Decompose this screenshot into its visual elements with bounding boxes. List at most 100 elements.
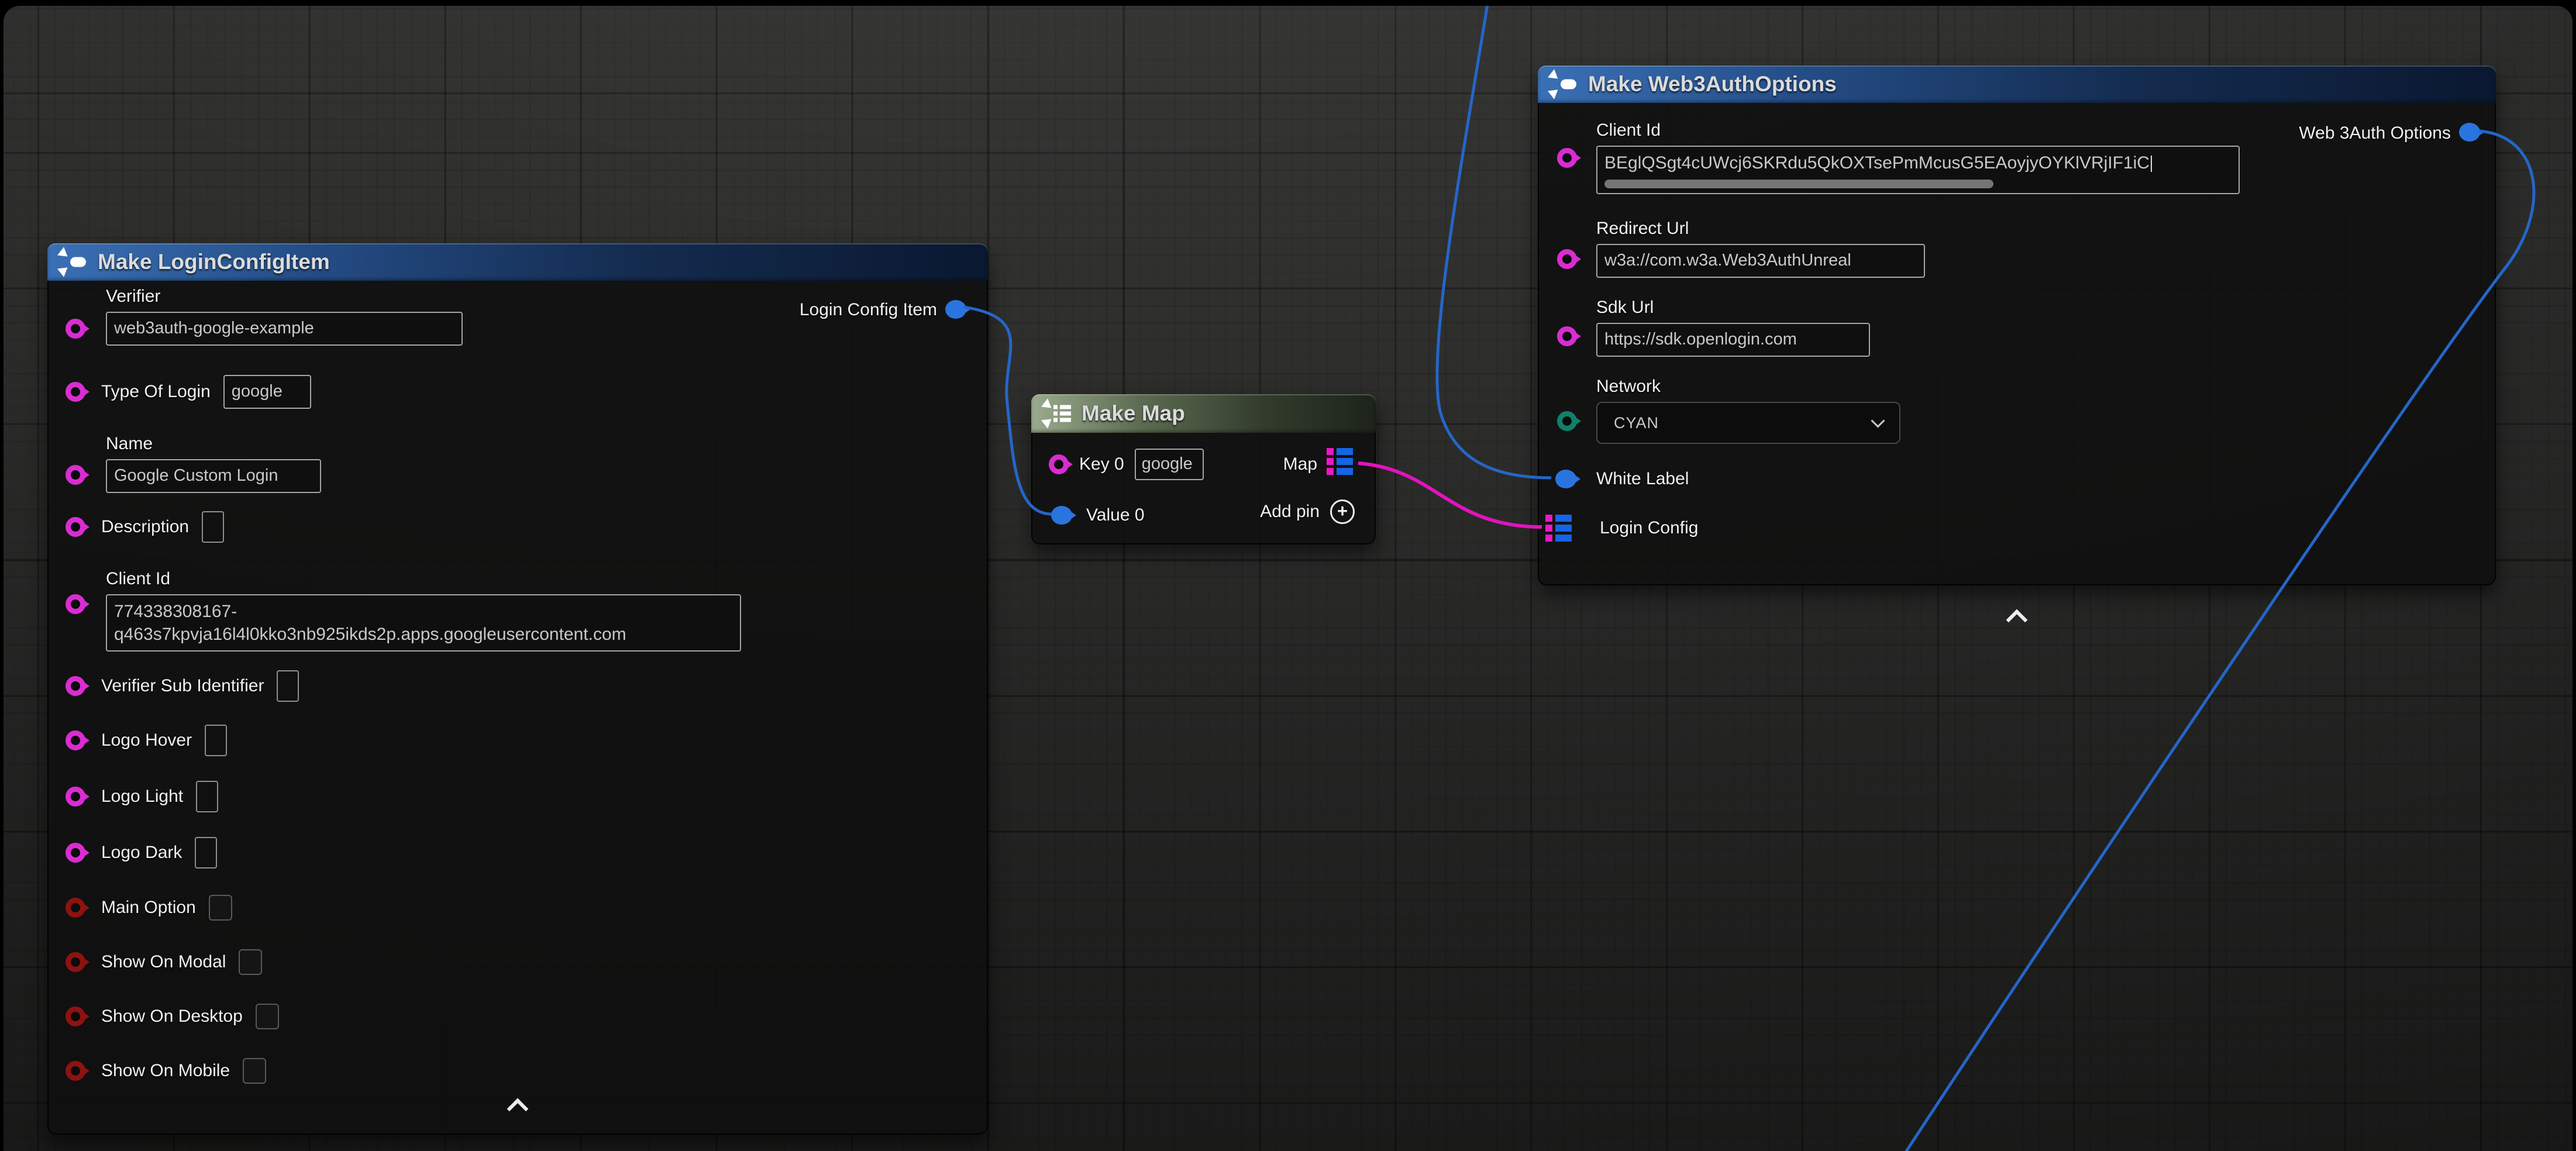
node-header-make-web3authoptions[interactable]: Make Web3AuthOptions bbox=[1538, 66, 2496, 103]
main-option-checkbox[interactable] bbox=[209, 895, 232, 921]
node-make-loginconfigitem[interactable]: Make LoginConfigItem Login Config Item V… bbox=[47, 243, 988, 1135]
row-logo-hover: Logo Hover bbox=[101, 724, 227, 757]
verifier-input[interactable]: web3auth-google-example bbox=[106, 312, 463, 346]
pin-key-0[interactable] bbox=[1049, 454, 1069, 474]
verifier-input-text: web3auth-google-example bbox=[114, 319, 314, 337]
pin-client-id[interactable] bbox=[1557, 148, 1577, 168]
row-client-id: Client Id BEglQSgt4cUWcj6SKRdu5QkOXTsePm… bbox=[1596, 120, 2240, 194]
logo-hover-input[interactable] bbox=[205, 725, 227, 756]
type-of-login-input-text: google bbox=[232, 382, 283, 401]
pin-show-on-modal[interactable] bbox=[66, 952, 85, 972]
client-id-input[interactable]: 774338308167-q463s7kpvja16l4l0kko3nb925i… bbox=[106, 594, 741, 652]
output-pin-login-config-item[interactable] bbox=[945, 300, 966, 319]
pin-label-key-0: Key 0 bbox=[1079, 454, 1124, 474]
output-pin-map[interactable] bbox=[1327, 448, 1354, 475]
pin-client-id[interactable] bbox=[66, 594, 85, 614]
pin-redirect-url[interactable] bbox=[1557, 249, 1577, 269]
pin-label-client-id: Client Id bbox=[106, 569, 170, 589]
row-show-on-desktop: Show On Desktop bbox=[101, 1000, 279, 1033]
logo-light-input[interactable] bbox=[196, 781, 218, 812]
pin-verifier-sub-identifier[interactable] bbox=[66, 676, 85, 696]
output-pin-web3auth-options[interactable] bbox=[2459, 123, 2480, 142]
key-0-input[interactable]: google bbox=[1135, 449, 1204, 480]
chevron-down-icon bbox=[1871, 413, 1885, 428]
pin-network[interactable] bbox=[1557, 411, 1577, 431]
pin-type-of-login[interactable] bbox=[66, 382, 85, 402]
pin-logo-dark[interactable] bbox=[66, 843, 85, 863]
row-name: Name Google Custom Login bbox=[106, 434, 321, 493]
show-on-desktop-checkbox[interactable] bbox=[256, 1004, 279, 1029]
type-of-login-input[interactable]: google bbox=[223, 375, 311, 409]
pin-label-verifier: Verifier bbox=[106, 287, 160, 306]
text-caret bbox=[2151, 156, 2152, 172]
wire-map-to-login-config[interactable] bbox=[1358, 463, 1542, 527]
pin-label-sdk-url: Sdk Url bbox=[1596, 298, 1654, 318]
node-title: Make Map bbox=[1082, 401, 1185, 426]
sdk-url-input[interactable]: https://sdk.openlogin.com bbox=[1596, 323, 1870, 357]
plus-circle-icon: + bbox=[1330, 499, 1355, 524]
description-input[interactable] bbox=[202, 511, 224, 543]
row-sdk-url: Sdk Url https://sdk.openlogin.com bbox=[1596, 298, 1870, 357]
node-header-make-loginconfigitem[interactable]: Make LoginConfigItem bbox=[47, 243, 988, 281]
verifier-sub-identifier-input[interactable] bbox=[277, 670, 299, 702]
output-pin-label-map: Map bbox=[1283, 454, 1317, 474]
network-dropdown-value: CYAN bbox=[1614, 414, 1659, 432]
name-input-text: Google Custom Login bbox=[114, 466, 278, 485]
add-pin-button[interactable]: Add pin + bbox=[1260, 499, 1355, 524]
node-header-make-map[interactable]: Make Map bbox=[1031, 394, 1376, 433]
pin-logo-light[interactable] bbox=[66, 787, 85, 807]
show-on-modal-checkbox[interactable] bbox=[239, 949, 262, 975]
wire-offscreen-to-white-label[interactable] bbox=[1437, 6, 1551, 478]
redirect-url-input[interactable]: w3a://com.w3a.Web3AuthUnreal bbox=[1596, 244, 1925, 278]
pin-label-show-on-desktop: Show On Desktop bbox=[101, 1007, 243, 1026]
row-key-0: Key 0 google bbox=[1079, 448, 1204, 481]
client-id-input-text: 774338308167-q463s7kpvja16l4l0kko3nb925i… bbox=[114, 602, 626, 644]
sdk-url-input-text: https://sdk.openlogin.com bbox=[1604, 330, 1797, 349]
collapse-node-button[interactable] bbox=[1998, 605, 2036, 628]
pin-label-client-id: Client Id bbox=[1596, 120, 1661, 140]
pin-label-verifier-sub-identifier: Verifier Sub Identifier bbox=[101, 676, 264, 696]
pin-login-config[interactable] bbox=[1545, 515, 1572, 542]
show-on-mobile-checkbox[interactable] bbox=[243, 1058, 266, 1084]
make-struct-icon bbox=[60, 249, 87, 275]
row-verifier: Verifier web3auth-google-example bbox=[106, 287, 463, 346]
chevron-up-icon bbox=[507, 1098, 529, 1120]
pin-label-type-of-login: Type Of Login bbox=[101, 382, 211, 402]
pin-label-white-label: White Label bbox=[1596, 469, 1689, 489]
logo-dark-input[interactable] bbox=[195, 837, 217, 869]
pin-sdk-url[interactable] bbox=[1557, 326, 1577, 346]
row-logo-light: Logo Light bbox=[101, 780, 218, 813]
pin-show-on-mobile[interactable] bbox=[66, 1061, 85, 1081]
make-struct-icon bbox=[1551, 71, 1578, 97]
pin-show-on-desktop[interactable] bbox=[66, 1007, 85, 1026]
pin-logo-hover[interactable] bbox=[66, 730, 85, 750]
node-make-web3authoptions[interactable]: Make Web3AuthOptions Web 3Auth Options C… bbox=[1538, 66, 2496, 585]
output-row-map: Map bbox=[1283, 452, 1317, 477]
row-logo-dark: Logo Dark bbox=[101, 836, 217, 869]
pin-white-label[interactable] bbox=[1555, 470, 1576, 488]
pin-label-name: Name bbox=[106, 434, 153, 454]
output-row-login-config-item: Login Config Item bbox=[800, 297, 937, 323]
pin-label-network: Network bbox=[1596, 377, 1661, 397]
make-map-icon bbox=[1044, 401, 1071, 426]
pin-label-show-on-modal: Show On Modal bbox=[101, 952, 226, 972]
key-0-input-text: google bbox=[1142, 454, 1193, 473]
name-input[interactable]: Google Custom Login bbox=[106, 459, 321, 493]
network-dropdown[interactable]: CYAN bbox=[1596, 402, 1900, 444]
collapse-node-button[interactable] bbox=[499, 1094, 536, 1117]
pin-label-login-config: Login Config bbox=[1600, 518, 1698, 538]
pin-name[interactable] bbox=[66, 465, 85, 485]
row-client-id: Client Id 774338308167-q463s7kpvja16l4l0… bbox=[106, 569, 741, 652]
pin-value-0[interactable] bbox=[1051, 506, 1072, 525]
pin-label-logo-light: Logo Light bbox=[101, 787, 183, 807]
pin-label-show-on-mobile: Show On Mobile bbox=[101, 1061, 230, 1081]
node-make-map[interactable]: Make Map Key 0 google Map Value 0 Add pi… bbox=[1031, 394, 1376, 545]
pin-label-logo-hover: Logo Hover bbox=[101, 730, 192, 750]
blueprint-graph-canvas[interactable]: Make LoginConfigItem Login Config Item V… bbox=[4, 6, 2572, 1151]
client-id-scrollbar[interactable] bbox=[1604, 180, 1993, 188]
client-id-input[interactable]: BEglQSgt4cUWcj6SKRdu5QkOXTsePmMcusG5EAoy… bbox=[1596, 146, 2240, 194]
row-description: Description bbox=[101, 511, 224, 543]
pin-verifier[interactable] bbox=[66, 319, 85, 339]
pin-description[interactable] bbox=[66, 517, 85, 537]
pin-main-option[interactable] bbox=[66, 898, 85, 918]
